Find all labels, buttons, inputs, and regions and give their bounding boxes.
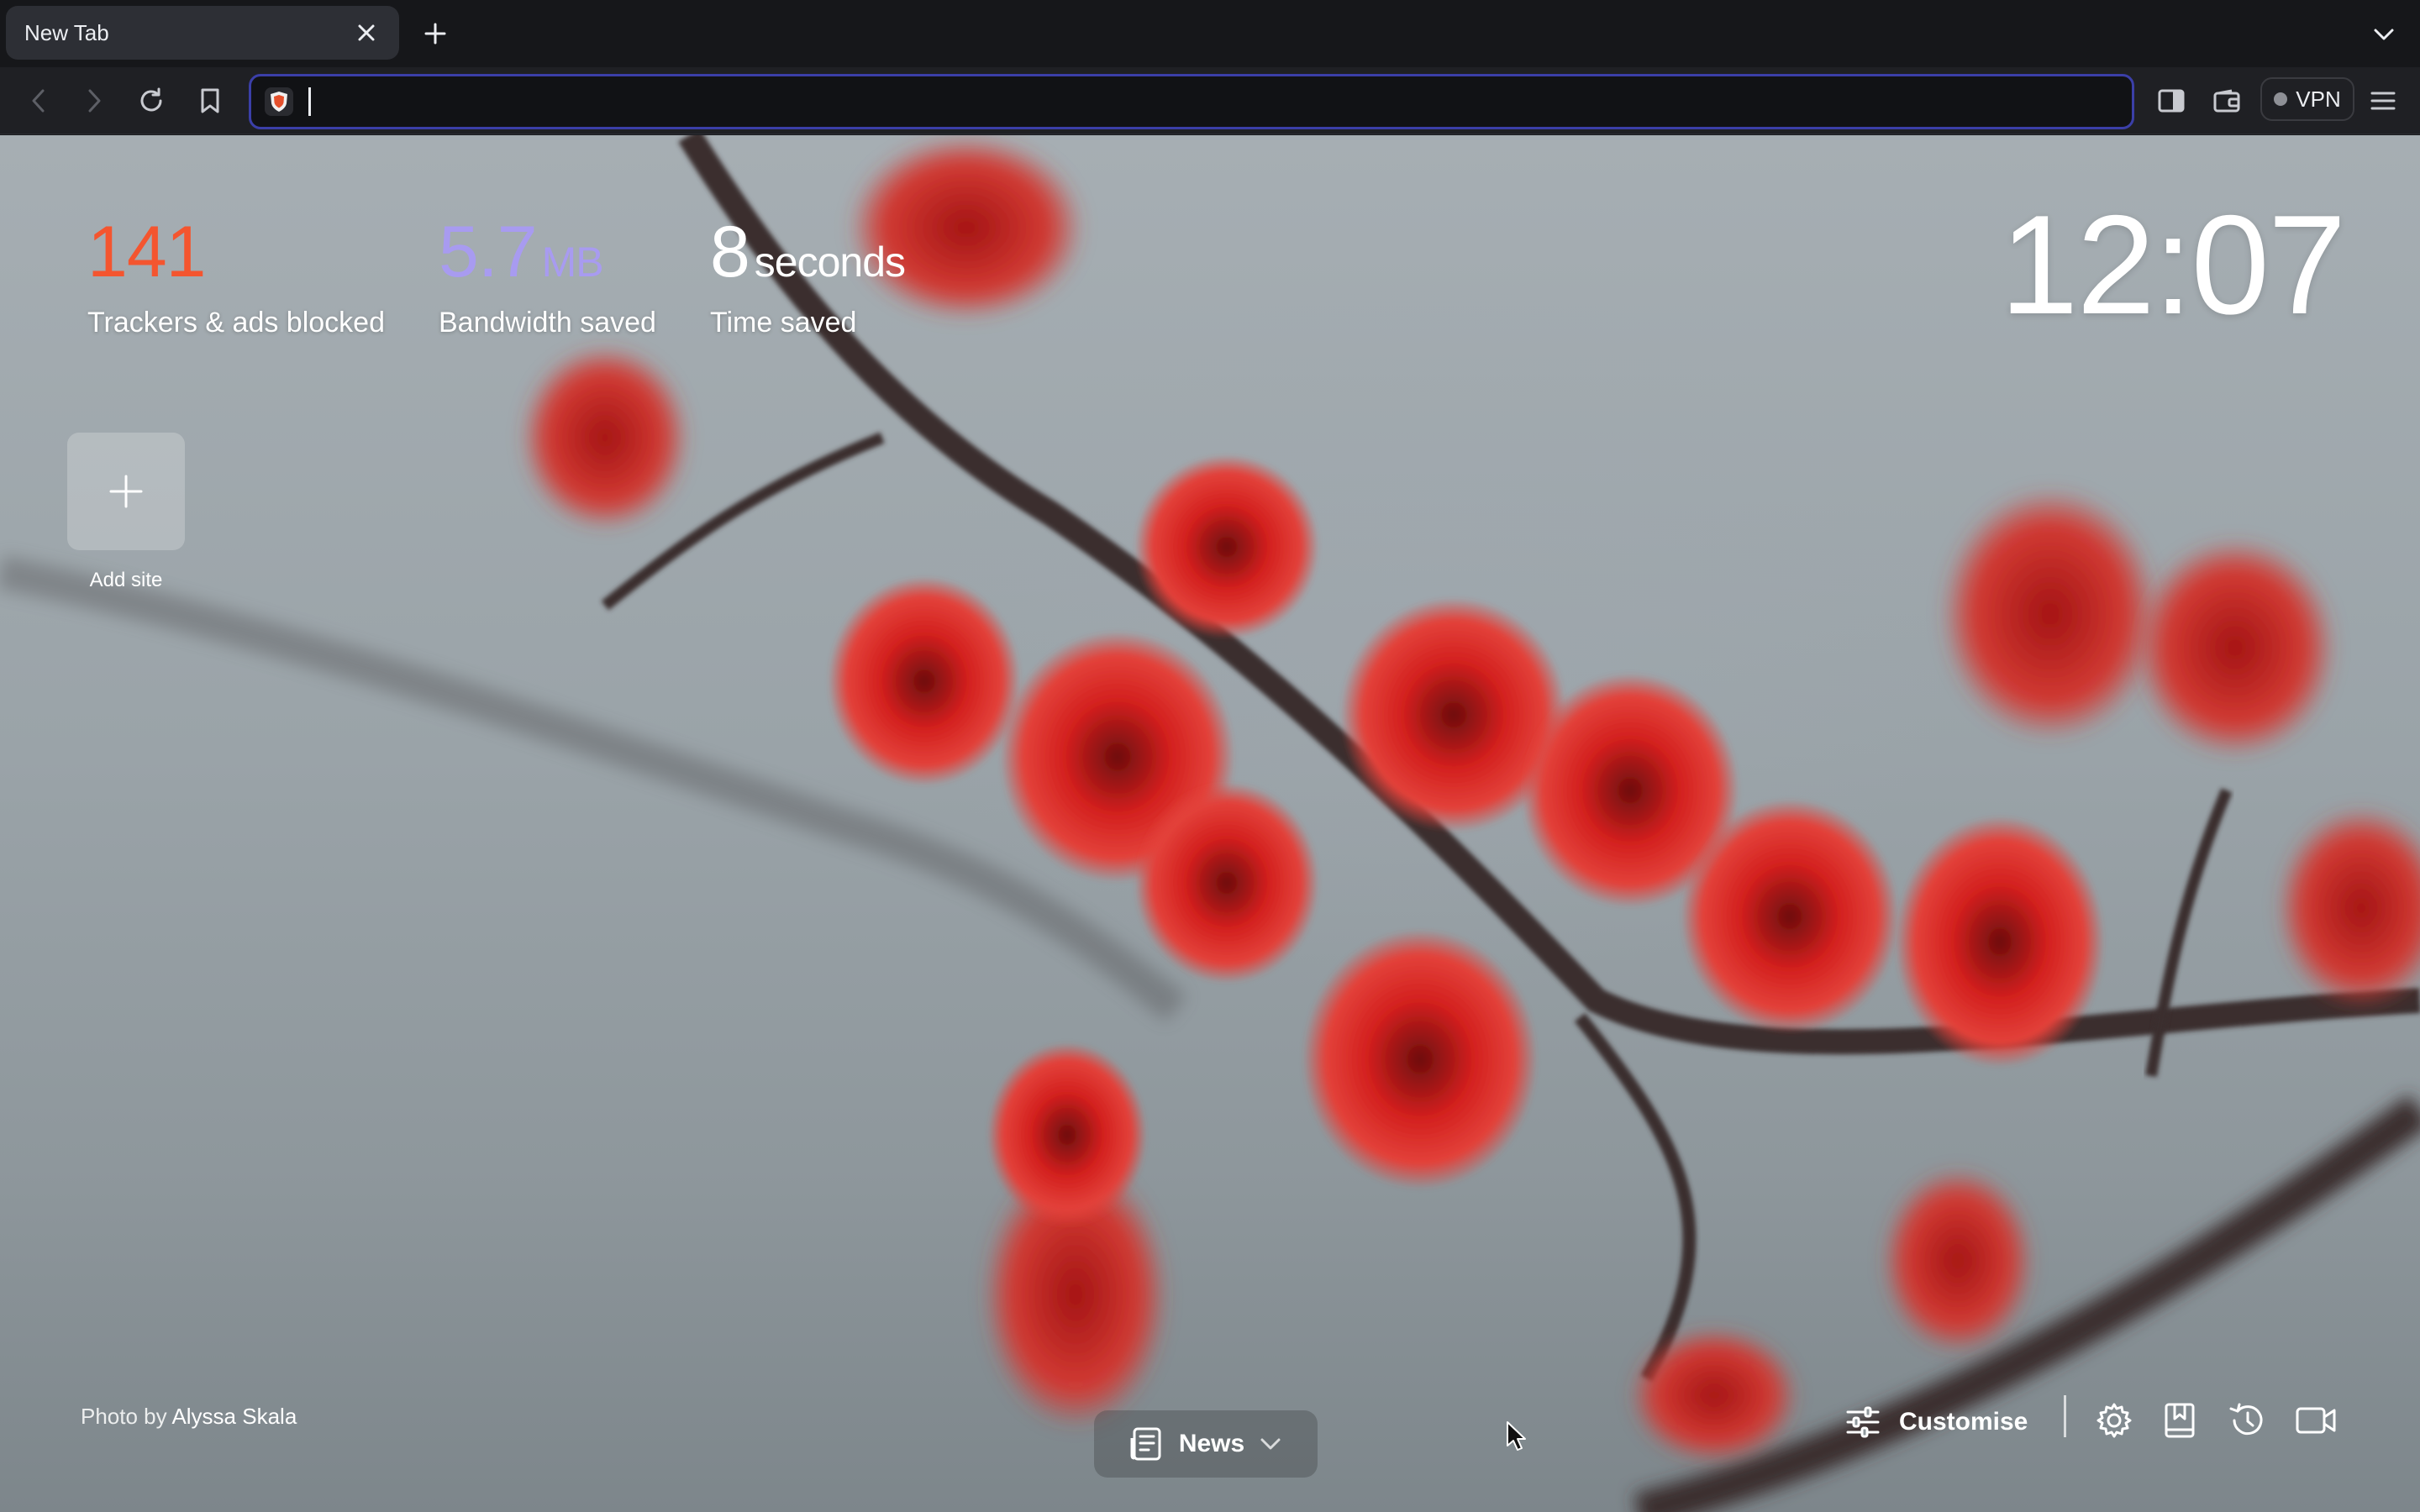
tab-strip: New Tab (0, 0, 2420, 67)
news-label: News (1178, 1430, 1245, 1457)
chevron-down-icon (2374, 29, 2394, 40)
talk-button[interactable] (2292, 1397, 2339, 1444)
customise-button[interactable]: Customise (1845, 1395, 2028, 1449)
new-tab-button[interactable] (417, 15, 454, 52)
video-call-icon (2296, 1407, 2336, 1434)
forward-button[interactable] (76, 82, 113, 119)
forward-icon (88, 89, 101, 113)
history-button[interactable] (2223, 1397, 2270, 1444)
main-menu-button[interactable] (2365, 82, 2402, 119)
trackers-stat: 141 Trackers & ads blocked (87, 216, 385, 339)
add-site-label: Add site (89, 569, 163, 591)
history-icon (2229, 1403, 2263, 1436)
back-icon (32, 89, 45, 113)
address-bar[interactable] (249, 74, 2134, 129)
back-button[interactable] (20, 82, 57, 119)
bookmark-button[interactable] (192, 82, 229, 119)
shields-button[interactable] (265, 87, 293, 116)
trackers-label: Trackers & ads blocked (87, 307, 385, 339)
bandwidth-label: Bandwidth saved (439, 307, 656, 339)
sidebar-icon (2158, 89, 2185, 113)
chevron-down-icon (1260, 1438, 1281, 1450)
plus-icon (109, 475, 143, 508)
toolbar-divider (2064, 1395, 2066, 1437)
brave-shield-icon (271, 92, 287, 112)
bandwidth-value-row: 5.7 MB (439, 216, 656, 288)
trackers-count: 141 (87, 212, 207, 292)
sidebar-button[interactable] (2153, 82, 2190, 119)
tab-title: New Tab (24, 19, 109, 45)
bandwidth-unit: MB (541, 239, 604, 286)
add-site-tile[interactable]: Add site (67, 433, 185, 592)
tab-new-tab[interactable]: New Tab (6, 6, 399, 60)
customise-label: Customise (1899, 1408, 2028, 1436)
sliders-icon (1846, 1406, 1880, 1438)
vpn-button[interactable]: VPN (2260, 77, 2354, 121)
bookmarks-button[interactable] (2156, 1397, 2203, 1444)
settings-button[interactable] (2091, 1397, 2138, 1444)
wallet-icon (2213, 89, 2240, 113)
add-site-button[interactable] (67, 433, 185, 550)
photo-credit-prefix: Photo by (81, 1404, 167, 1429)
close-tab-button[interactable] (352, 18, 381, 47)
time-value: 8 (709, 212, 750, 292)
clock[interactable]: 12:07 (2000, 194, 2346, 335)
time-value-row: 8 seconds (710, 216, 906, 288)
news-icon (1130, 1427, 1161, 1461)
photo-credit-author[interactable]: Alyssa Skala (171, 1404, 297, 1429)
photo-credit: Photo by Alyssa Skala (81, 1404, 297, 1430)
bookmark-icon (201, 88, 219, 113)
wallet-button[interactable] (2208, 82, 2245, 119)
reload-button[interactable] (133, 82, 170, 119)
bandwidth-value: 5.7 (439, 212, 538, 292)
gear-icon (2096, 1403, 2132, 1438)
time-stat: 8 seconds Time saved (709, 216, 906, 339)
new-tab-page: 141 Trackers & ads blocked 5.7 MB Bandwid… (0, 135, 2420, 1512)
stats-widget: 141 Trackers & ads blocked 5.7 MB Bandwid… (87, 216, 959, 339)
mouse-cursor-icon (1507, 1421, 1526, 1451)
news-button[interactable]: News (1094, 1410, 1318, 1478)
reload-icon (140, 87, 162, 112)
time-unit: seconds (754, 239, 906, 286)
tab-search-button[interactable] (2366, 17, 2402, 52)
bandwidth-stat: 5.7 MB Bandwidth saved (439, 216, 656, 339)
vpn-label: VPN (2296, 86, 2341, 112)
time-label: Time saved (709, 307, 857, 339)
plus-icon (424, 23, 446, 45)
vpn-status-icon (2274, 92, 2288, 106)
close-icon (358, 24, 375, 41)
bookmarks-icon (2165, 1403, 2195, 1438)
address-input[interactable] (308, 87, 2132, 116)
menu-icon (2370, 92, 2396, 110)
